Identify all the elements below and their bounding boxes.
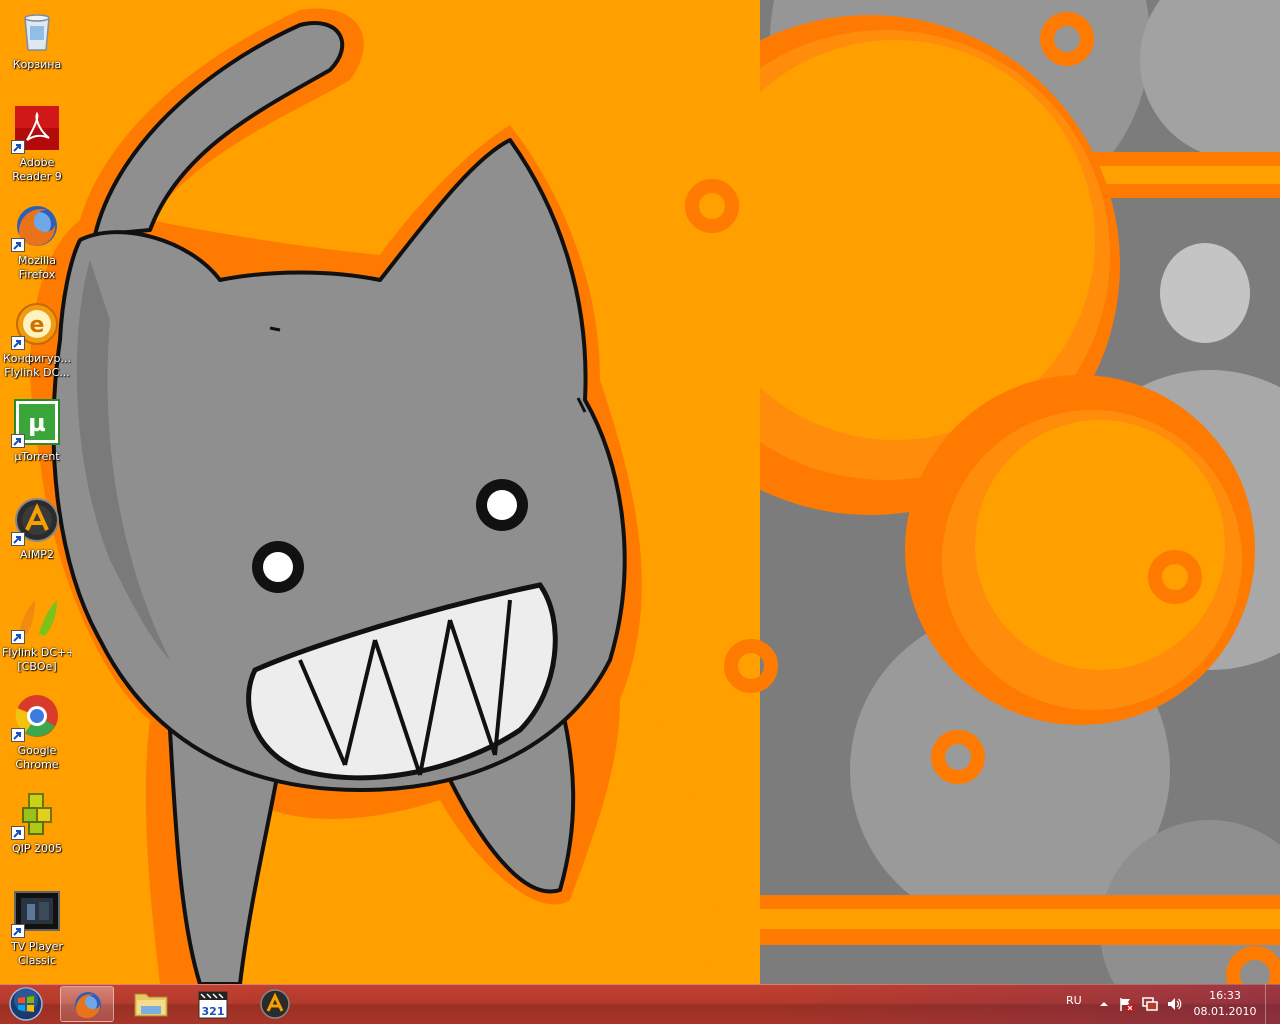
- flylink-icon: [11, 594, 61, 644]
- desktop-icon-label: Flylink DC...: [4, 366, 70, 379]
- taskbar-aimp-button[interactable]: [248, 986, 302, 1022]
- shortcut-arrow-icon: [11, 630, 25, 644]
- desktop-icon-label: Mozilla: [18, 254, 56, 267]
- language-indicator[interactable]: RU: [1066, 994, 1082, 1007]
- show-desktop-button[interactable]: [1265, 984, 1280, 1024]
- action-center-flag-icon[interactable]: [1118, 996, 1134, 1012]
- desktop-icon-flylink-config[interactable]: e Конфигур... Flylink DC...: [2, 300, 72, 380]
- desktop-icon-flylink[interactable]: Flylink DC++ [СВОе]: [2, 594, 72, 674]
- desktop-icon-recycle-bin[interactable]: Корзина: [2, 6, 72, 72]
- desktop-icon-label: TV Player: [11, 940, 63, 953]
- desktop-icon-firefox[interactable]: Mozilla Firefox: [2, 202, 72, 282]
- qip-icon: [11, 790, 61, 840]
- shortcut-arrow-icon: [11, 434, 25, 448]
- start-button[interactable]: [6, 986, 46, 1022]
- volume-icon[interactable]: [1166, 996, 1182, 1012]
- clock[interactable]: 16:33 08.01.2010: [1190, 988, 1260, 1020]
- desktop-icon-label: Flylink DC++: [2, 646, 72, 659]
- desktop-icon-label: [СВОе]: [17, 660, 57, 673]
- shortcut-arrow-icon: [11, 140, 25, 154]
- desktop-icon-label: Reader 9: [12, 170, 62, 183]
- tv-player-icon: [11, 888, 61, 938]
- shortcut-arrow-icon: [11, 336, 25, 350]
- desktop-icon-label: Chrome: [15, 758, 59, 771]
- desktop-icon-chrome[interactable]: Google Chrome: [2, 692, 72, 772]
- recycle-bin-icon: [13, 6, 61, 54]
- desktop-icon-tv-player[interactable]: TV Player Classic: [2, 888, 72, 968]
- desktop-icon-label: QIP 2005: [11, 842, 63, 855]
- show-hidden-icons-chevron-icon[interactable]: [1096, 996, 1112, 1012]
- desktop-icon-label: Firefox: [18, 268, 56, 281]
- network-icon[interactable]: [1142, 996, 1158, 1012]
- clock-time: 16:33: [1209, 989, 1241, 1002]
- taskbar-explorer-button[interactable]: [124, 986, 178, 1022]
- clock-date: 08.01.2010: [1193, 1005, 1257, 1018]
- desktop-wallpaper: [0, 0, 1280, 984]
- taskbar-media-player-classic-button[interactable]: 321: [186, 986, 240, 1022]
- svg-text:321: 321: [202, 1005, 225, 1018]
- desktop-icon-label: µTorrent: [14, 450, 60, 463]
- svg-text:e: e: [30, 313, 45, 338]
- desktop-icon-label: Classic: [17, 954, 57, 967]
- desktop-icon-aimp[interactable]: AIMP2: [2, 496, 72, 562]
- aimp-icon: [11, 496, 61, 546]
- folder-icon: [134, 993, 168, 1017]
- shortcut-arrow-icon: [11, 924, 25, 938]
- shortcut-arrow-icon: [11, 826, 25, 840]
- desktop-icon-label: Adobe: [19, 156, 55, 169]
- desktop-icon-utorrent[interactable]: µ µTorrent: [2, 398, 72, 464]
- shortcut-arrow-icon: [11, 532, 25, 546]
- desktop-icon-adobe-reader[interactable]: Adobe Reader 9: [2, 104, 72, 184]
- desktop-icon-qip[interactable]: QIP 2005: [2, 790, 72, 856]
- chrome-icon: [11, 692, 61, 742]
- desktop-icon-label: AIMP2: [20, 548, 54, 561]
- flylink-config-icon: e: [11, 300, 61, 350]
- desktop-icon-label: Корзина: [12, 58, 62, 71]
- aimp-icon: [260, 989, 290, 1019]
- adobe-reader-icon: [11, 104, 61, 154]
- taskbar: 321 RU 16:33 08.01.2010: [0, 984, 1280, 1024]
- utorrent-icon: µ: [11, 398, 61, 448]
- shortcut-arrow-icon: [11, 728, 25, 742]
- svg-text:µ: µ: [28, 409, 46, 437]
- desktop-icon-label: Google: [17, 744, 57, 757]
- taskbar-firefox-button[interactable]: [60, 986, 114, 1022]
- shortcut-arrow-icon: [11, 238, 25, 252]
- firefox-icon: [75, 992, 101, 1019]
- firefox-icon: [11, 202, 61, 252]
- media-player-classic-icon: 321: [198, 991, 228, 1019]
- desktop-icon-label: Конфигур...: [2, 352, 72, 365]
